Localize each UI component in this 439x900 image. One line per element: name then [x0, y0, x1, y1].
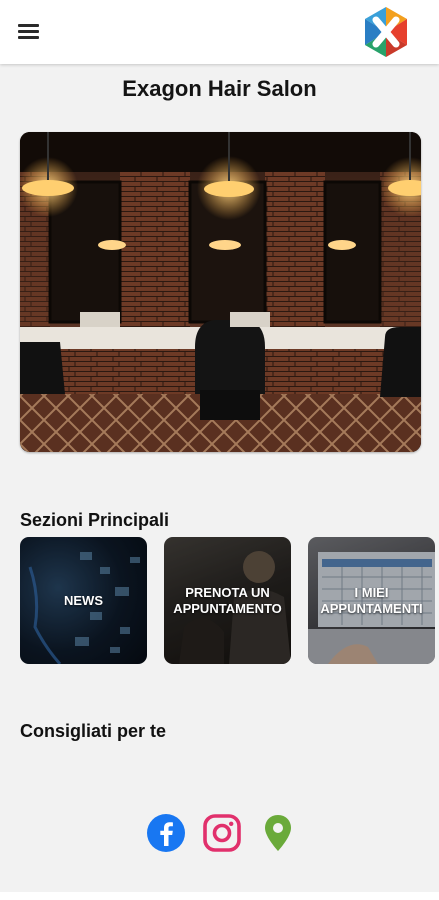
main-sections-carousel[interactable]: NEWS PRENOTA UN APPUNTAMENTO I MIEI APPU…: [20, 537, 439, 665]
section-title-main: Sezioni Principali: [20, 510, 170, 530]
my-appointments-card-label: I MIEI APPUNTAMENTI: [320, 584, 423, 616]
facebook-icon[interactable]: [146, 813, 186, 853]
app-bar: [0, 0, 439, 64]
bottom-bar: [0, 892, 439, 900]
book-appointment-card-label: PRENOTA UN APPUNTAMENTO: [173, 584, 282, 616]
page-title: Exagon Hair Salon: [122, 76, 317, 101]
news-card[interactable]: NEWS: [20, 537, 147, 664]
section-title-recommended: Consigliati per te: [20, 721, 167, 741]
instagram-icon[interactable]: [202, 813, 242, 853]
book-appointment-card[interactable]: PRENOTA UN APPUNTAMENTO: [164, 537, 291, 664]
my-appointments-card[interactable]: I MIEI APPUNTAMENTI: [308, 537, 435, 664]
hero-image: [20, 132, 421, 452]
news-card-label: NEWS: [64, 592, 103, 608]
social-links: [0, 813, 439, 855]
hamburger-menu-icon[interactable]: [18, 22, 40, 40]
exagon-logo-icon: [361, 5, 411, 59]
map-pin-icon[interactable]: [258, 813, 298, 853]
